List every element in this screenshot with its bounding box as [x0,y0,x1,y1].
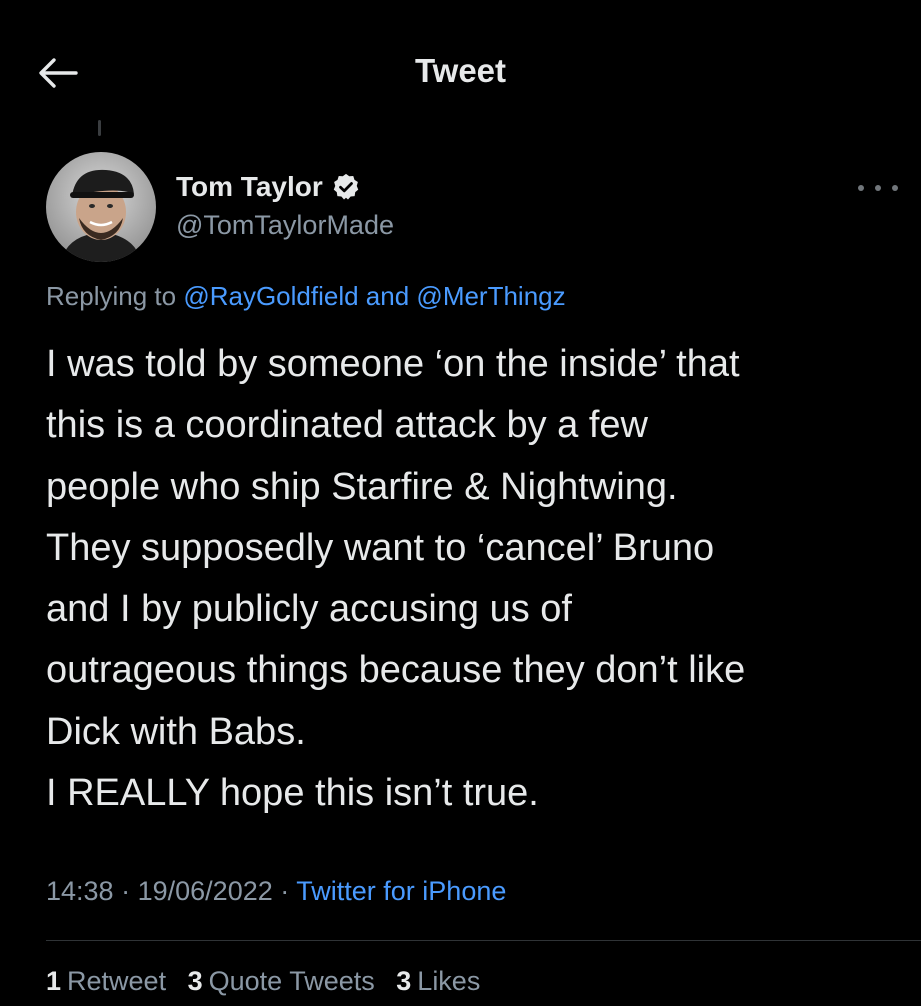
tweet-metadata: 14:38 · 19/06/2022 · Twitter for iPhone [46,876,506,907]
meta-separator: · [121,876,131,906]
top-bar: Tweet [0,0,921,140]
page-title: Tweet [414,52,507,89]
more-dots-icon [875,185,881,191]
tweet-line: and I by publicly accusing us of [46,588,572,631]
tweet-stats: 1 Retweet 3 Quote Tweets 3 Likes [46,966,494,997]
more-options-button[interactable] [858,176,898,200]
tweet-source-link[interactable]: Twitter for iPhone [296,876,506,906]
tweet-line: people who ship Starfire & Nightwing. [46,465,678,508]
replying-prefix: Replying to [46,281,177,311]
quote-tweets-count: 3 [187,966,203,996]
author-name-row[interactable]: Tom Taylor [176,170,361,204]
thread-connector-line [98,120,101,136]
retweets-label: Retweet [67,966,167,996]
tweet-line: I was told by someone ‘on the inside’ th… [46,343,740,385]
likes-count: 3 [396,966,412,996]
tweet-line: this is a coordinated attack by a few [46,404,648,447]
avatar[interactable] [46,152,156,262]
likes-label: Likes [417,966,481,996]
tweet-line: I REALLY hope this isn’t true. [46,772,539,815]
meta-separator: · [280,876,290,906]
tweet-line: outrageous things because they don’t lik… [46,649,746,692]
divider [46,940,921,941]
author-name[interactable]: Tom Taylor [176,171,323,203]
likes-stat[interactable]: 3 Likes [396,966,480,996]
mention-link[interactable]: @MerThingz [416,281,565,311]
tweet-line: Dick with Babs. [46,710,306,753]
author-handle[interactable]: @TomTaylorMade [176,210,394,241]
avatar-photo [46,152,156,262]
mention-link[interactable]: @RayGoldfield [183,281,358,311]
retweets-stat[interactable]: 1 Retweet [46,966,166,996]
replying-to: Replying to @RayGoldfield and @MerThingz [46,281,566,312]
verified-badge-icon [333,173,359,200]
tweet-line: They supposedly want to ‘cancel’ Bruno [46,526,715,569]
tweet-time[interactable]: 14:38 [46,876,114,906]
tweet-date[interactable]: 19/06/2022 [138,876,273,906]
more-dots-icon [892,185,898,191]
tweet-text: I was told by someone ‘on the inside’ th… [46,334,906,824]
quote-tweets-stat[interactable]: 3 Quote Tweets [188,966,375,996]
more-dots-icon [858,185,864,191]
quote-tweets-label: Quote Tweets [208,966,375,996]
retweets-count: 1 [46,966,62,996]
replying-conjunction: and [365,281,410,311]
